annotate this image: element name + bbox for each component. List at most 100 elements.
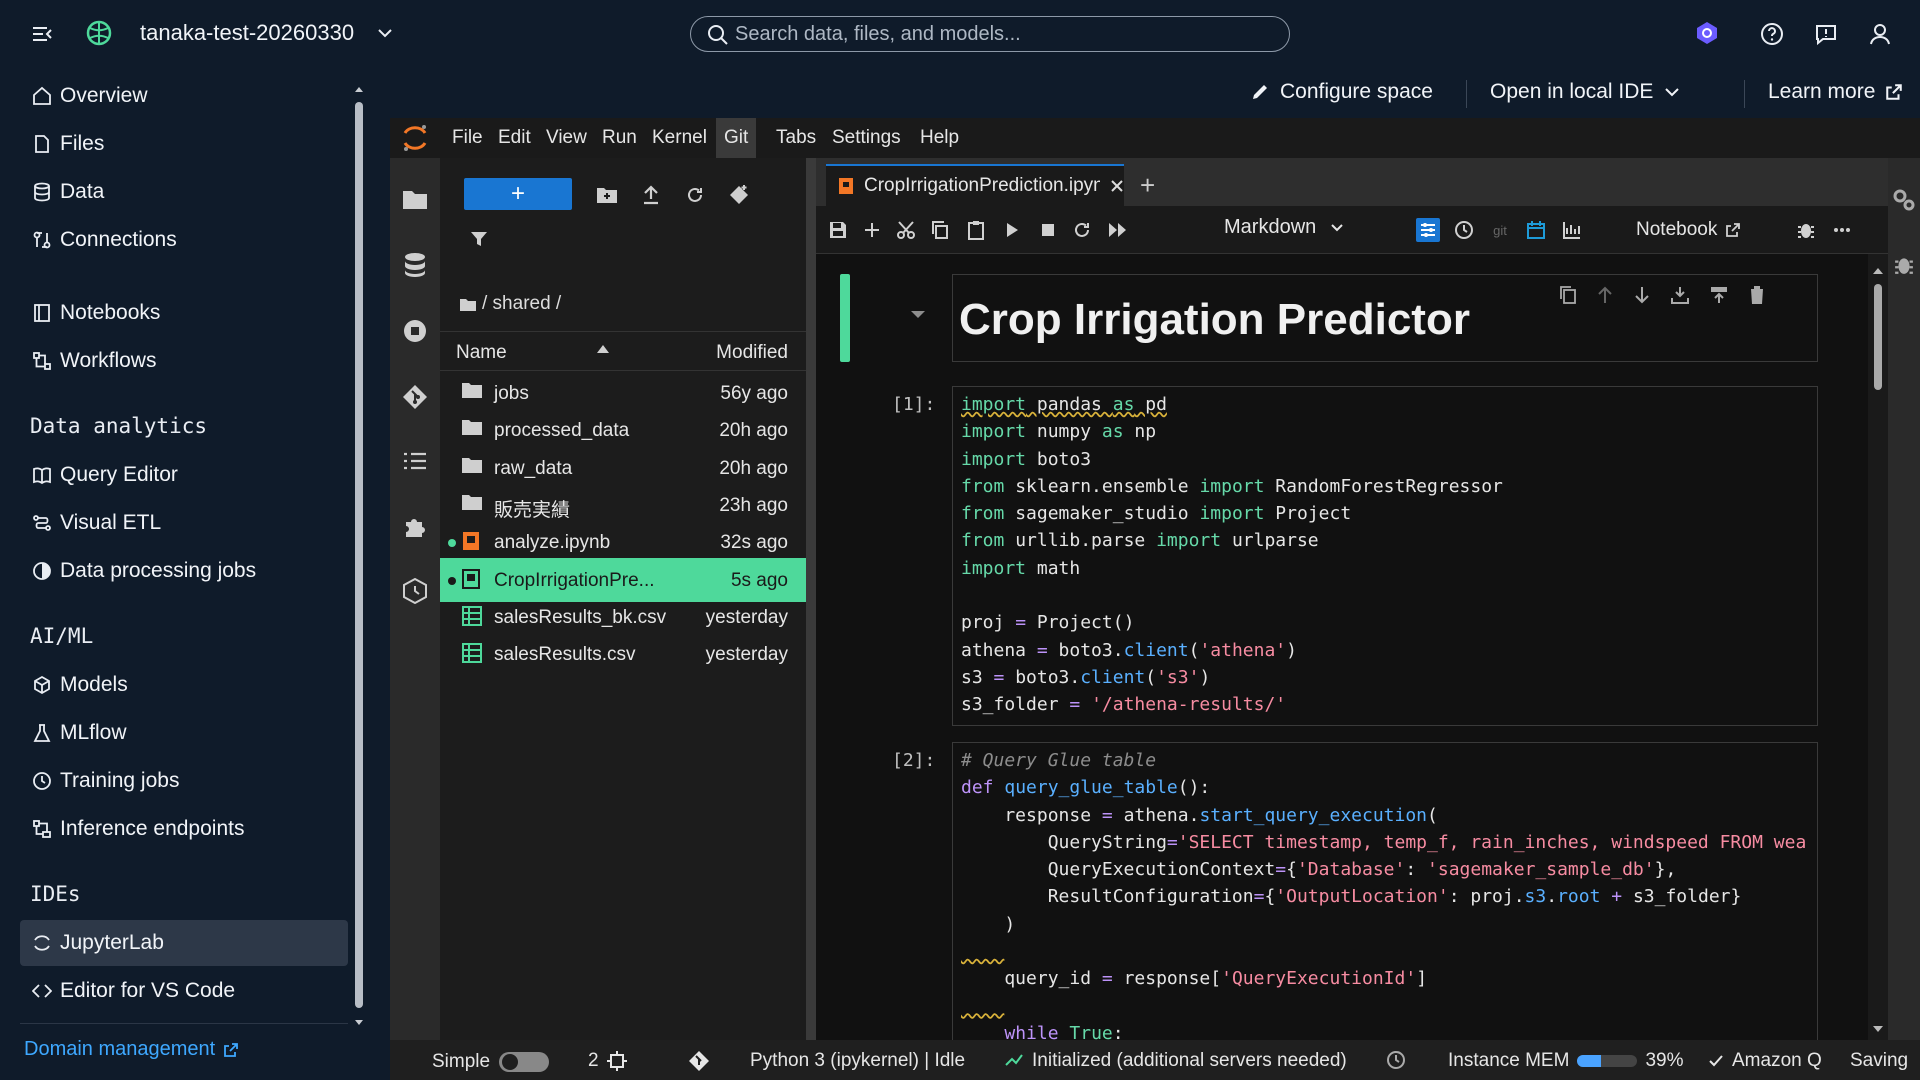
stop-icon[interactable] [1036, 218, 1060, 242]
lsp-status[interactable]: Initialized (additional servers needed) [1004, 1050, 1347, 1072]
domain-management-link[interactable]: Domain management [24, 1038, 239, 1061]
menu-tabs[interactable]: Tabs [768, 118, 824, 158]
menu-run[interactable]: Run [594, 118, 645, 158]
property-inspector-icon[interactable] [1416, 218, 1440, 242]
column-name-header[interactable]: Name [456, 342, 507, 364]
git-clone-icon[interactable] [726, 182, 752, 208]
project-chevron-down-icon[interactable] [376, 24, 394, 42]
nav-item-notebooks[interactable]: Notebooks [20, 290, 348, 336]
git-diff-icon[interactable]: git [1488, 218, 1512, 242]
markdown-cell[interactable]: Crop Irrigation Predictor [952, 274, 1818, 362]
nav-item-query-editor[interactable]: Query Editor [20, 452, 348, 498]
column-modified-header[interactable]: Modified [716, 342, 788, 364]
insert-above-icon[interactable] [1670, 285, 1690, 305]
menu-view[interactable]: View [538, 118, 595, 158]
add-tab-button[interactable]: + [1140, 170, 1155, 201]
code-cell-1[interactable]: import pandas as pd import numpy as np i… [952, 386, 1818, 726]
debugger-icon[interactable] [1794, 218, 1818, 242]
debugger-bug-icon[interactable] [1894, 254, 1914, 276]
nav-item-models[interactable]: Models [20, 662, 348, 708]
nav-item-data-processing-jobs[interactable]: Data processing jobs [20, 548, 348, 594]
run-icon[interactable] [1000, 218, 1024, 242]
menu-kernel[interactable]: Kernel [644, 118, 715, 158]
nav-item-files[interactable]: Files [20, 121, 348, 167]
kernel-status[interactable]: Python 3 (ipykernel) | Idle [750, 1050, 965, 1072]
breadcrumb[interactable]: / shared / [460, 293, 561, 315]
nav-item-training-jobs[interactable]: Training jobs [20, 758, 348, 804]
project-name[interactable]: tanaka-test-20260330 [140, 20, 354, 46]
menu-collapse-icon[interactable] [30, 22, 54, 46]
fast-forward-icon[interactable] [1106, 218, 1130, 242]
move-down-icon[interactable] [1633, 285, 1651, 305]
upload-icon[interactable] [638, 182, 664, 208]
menu-edit[interactable]: Edit [490, 118, 539, 158]
copy-icon[interactable] [928, 218, 952, 242]
amazon-q-status[interactable]: Amazon Q [1708, 1050, 1822, 1072]
search-box[interactable] [690, 16, 1290, 52]
new-folder-icon[interactable] [594, 182, 620, 208]
nav-item-vscode[interactable]: Editor for VS Code [20, 968, 348, 1014]
new-launcher-button[interactable]: + [464, 178, 572, 210]
delete-cell-icon[interactable] [1748, 285, 1766, 305]
notebook-tab[interactable]: CropIrrigationPrediction.ipynb [826, 164, 1124, 206]
history-icon[interactable] [1452, 218, 1476, 242]
search-input[interactable] [735, 22, 1275, 46]
cell-type-dropdown[interactable]: Markdown [1224, 216, 1344, 239]
more-options-icon[interactable] [1830, 218, 1854, 242]
notebook-scrollbar[interactable] [1868, 254, 1888, 1040]
paste-icon[interactable] [964, 218, 988, 242]
hexagon-clock-icon[interactable] [400, 576, 430, 606]
save-icon[interactable] [826, 218, 850, 242]
help-icon[interactable] [1760, 22, 1784, 46]
sort-ascending-icon[interactable] [596, 344, 610, 354]
kernel-selector[interactable]: Notebook [1636, 219, 1741, 241]
property-gears-icon[interactable] [1892, 188, 1916, 212]
running-kernels-icon[interactable] [400, 316, 430, 346]
nav-item-mlflow[interactable]: MLflow [20, 710, 348, 756]
duplicate-cell-icon[interactable] [1559, 285, 1577, 305]
sagemaker-logo-icon[interactable] [84, 18, 114, 48]
learn-more-link[interactable]: Learn more [1768, 80, 1903, 104]
nav-item-workflows[interactable]: Workflows [20, 338, 348, 384]
menu-help[interactable]: Help [912, 118, 967, 158]
amazon-q-icon[interactable] [1694, 20, 1720, 46]
file-row[interactable]: salesResults.csv yesterday [440, 632, 806, 676]
table-of-contents-icon[interactable] [400, 446, 430, 476]
data-wrangler-icon[interactable] [1560, 218, 1584, 242]
menu-file[interactable]: File [444, 118, 491, 158]
configure-space-button[interactable]: Configure space [1250, 80, 1433, 104]
insert-below-icon[interactable] [1709, 285, 1729, 305]
simple-mode-toggle[interactable]: Simple [432, 1050, 550, 1074]
menu-settings[interactable]: Settings [824, 118, 909, 158]
terminals-indicator[interactable]: 2 [588, 1050, 627, 1072]
nav-item-inference-endpoints[interactable]: Inference endpoints [20, 806, 348, 852]
folder-icon[interactable] [400, 184, 430, 214]
user-icon[interactable] [1868, 22, 1892, 46]
nav-scrollbar[interactable] [352, 82, 366, 1032]
cut-icon[interactable] [894, 218, 918, 242]
open-local-ide-button[interactable]: Open in local IDE [1490, 80, 1681, 104]
insert-cell-icon[interactable] [860, 218, 884, 242]
nav-item-connections[interactable]: Connections [20, 217, 348, 263]
code-cell-2[interactable]: # Query Glue table def query_glue_table(… [952, 742, 1818, 1040]
nav-item-jupyterlab[interactable]: JupyterLab [20, 920, 348, 966]
feedback-icon[interactable] [1814, 22, 1838, 46]
filter-icon[interactable] [466, 226, 492, 252]
git-status-icon[interactable] [688, 1050, 710, 1072]
toggle-switch[interactable] [498, 1050, 550, 1074]
collapse-chevron-icon[interactable] [910, 310, 926, 320]
menu-git[interactable]: Git [716, 118, 757, 158]
database-icon[interactable] [400, 250, 430, 280]
nav-item-visual-etl[interactable]: Visual ETL [20, 500, 348, 546]
nav-item-data[interactable]: Data [20, 169, 348, 215]
active-cell-indicator[interactable] [840, 274, 850, 362]
move-up-icon[interactable] [1596, 285, 1614, 305]
refresh-icon[interactable] [682, 182, 708, 208]
nav-item-overview[interactable]: Overview [20, 73, 348, 119]
schedule-icon[interactable] [1524, 218, 1548, 242]
history-clock-icon[interactable] [1386, 1050, 1406, 1070]
git-icon[interactable] [400, 382, 430, 412]
extensions-icon[interactable] [400, 512, 430, 542]
panel-splitter[interactable] [806, 158, 816, 1040]
restart-icon[interactable] [1070, 218, 1094, 242]
